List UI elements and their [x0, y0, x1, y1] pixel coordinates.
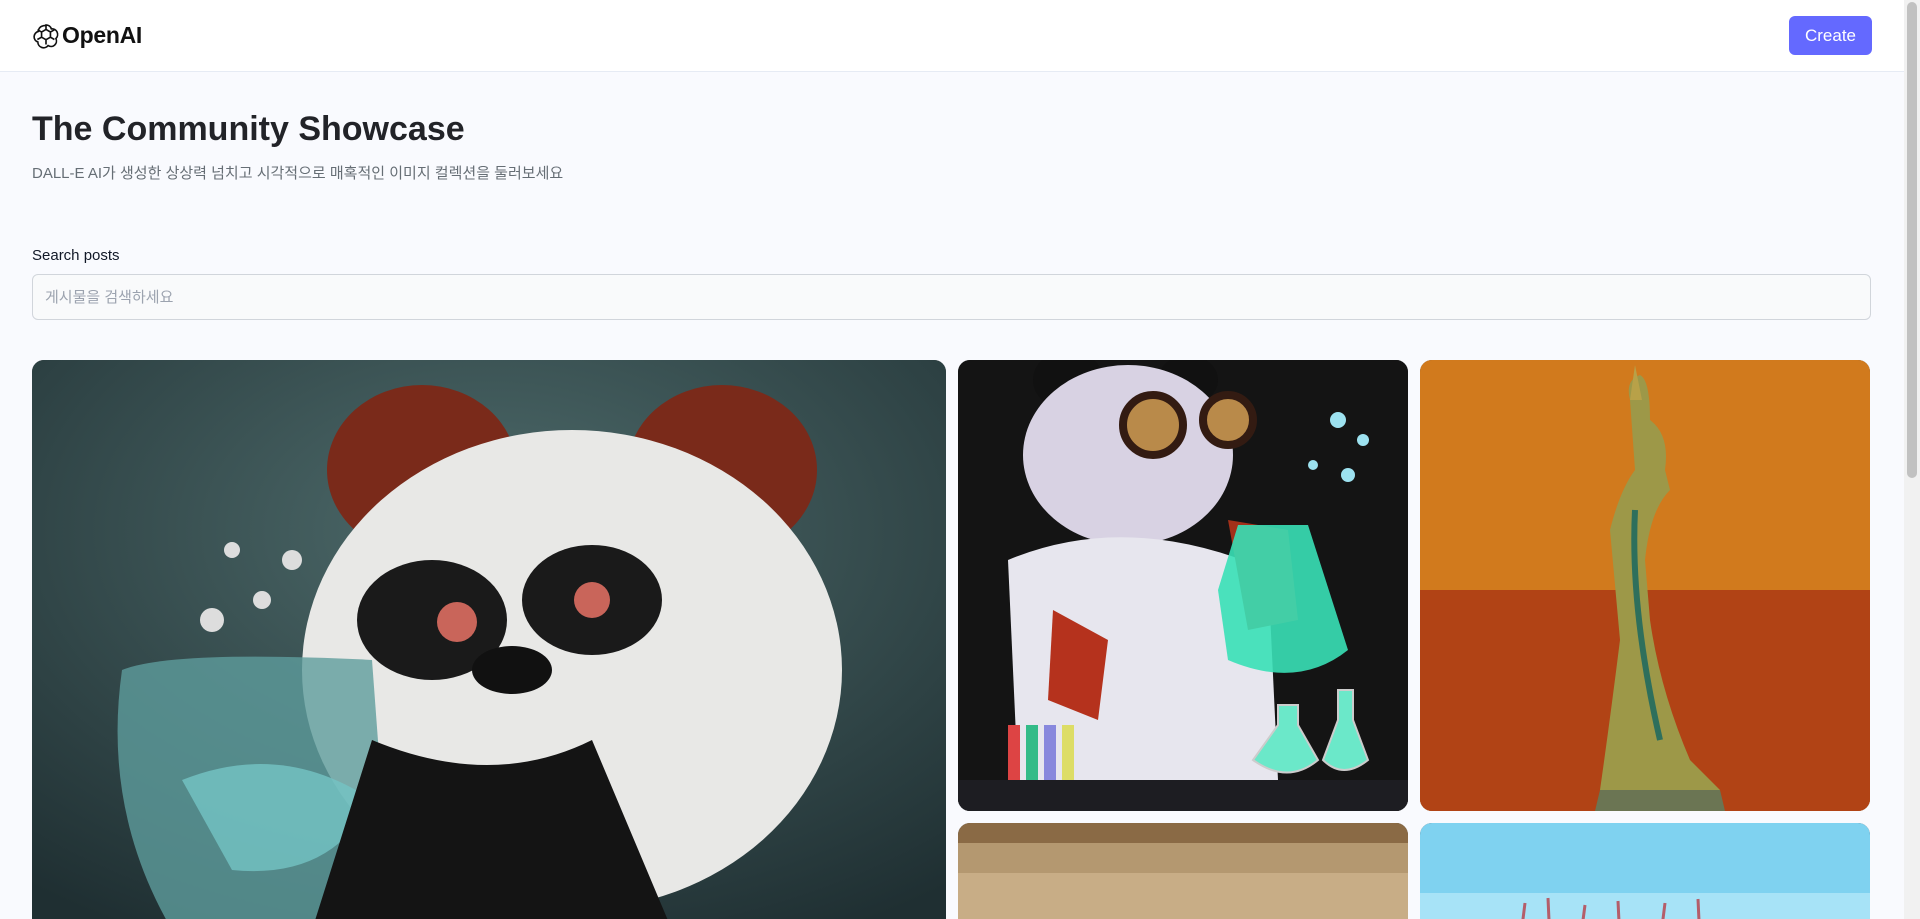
- brand-name: OpenAI: [62, 22, 142, 48]
- search-label: Search posts: [32, 247, 120, 264]
- panda-chemist-image: [958, 360, 1408, 811]
- search-input[interactable]: [32, 274, 1871, 320]
- gallery-card-statue-liberty[interactable]: [1420, 360, 1870, 811]
- page-scrollbar[interactable]: [1904, 0, 1920, 919]
- gallery-card-sky-flowers[interactable]: [1420, 823, 1870, 919]
- openai-logo-icon: [33, 23, 59, 49]
- statue-of-liberty-image: [1420, 360, 1870, 811]
- gallery-card-panda-lab[interactable]: [958, 360, 1408, 811]
- gallery-card-panda-large[interactable]: [32, 360, 946, 919]
- top-navbar: OpenAI Create: [0, 0, 1904, 72]
- logo-link[interactable]: OpenAI: [32, 22, 142, 50]
- wheat-field-image: [958, 823, 1408, 919]
- page-subtitle: DALL-E AI가 생성한 상상력 넘치고 시각적으로 매혹적인 이미지 컬렉…: [32, 165, 564, 182]
- sky-flowers-image: [1420, 823, 1870, 919]
- scrollbar-thumb[interactable]: [1907, 2, 1917, 478]
- create-button[interactable]: Create: [1789, 16, 1872, 55]
- panda-scientist-image: [32, 360, 946, 919]
- gallery-card-wheat-field[interactable]: [958, 823, 1408, 919]
- page-title: The Community Showcase: [32, 110, 465, 148]
